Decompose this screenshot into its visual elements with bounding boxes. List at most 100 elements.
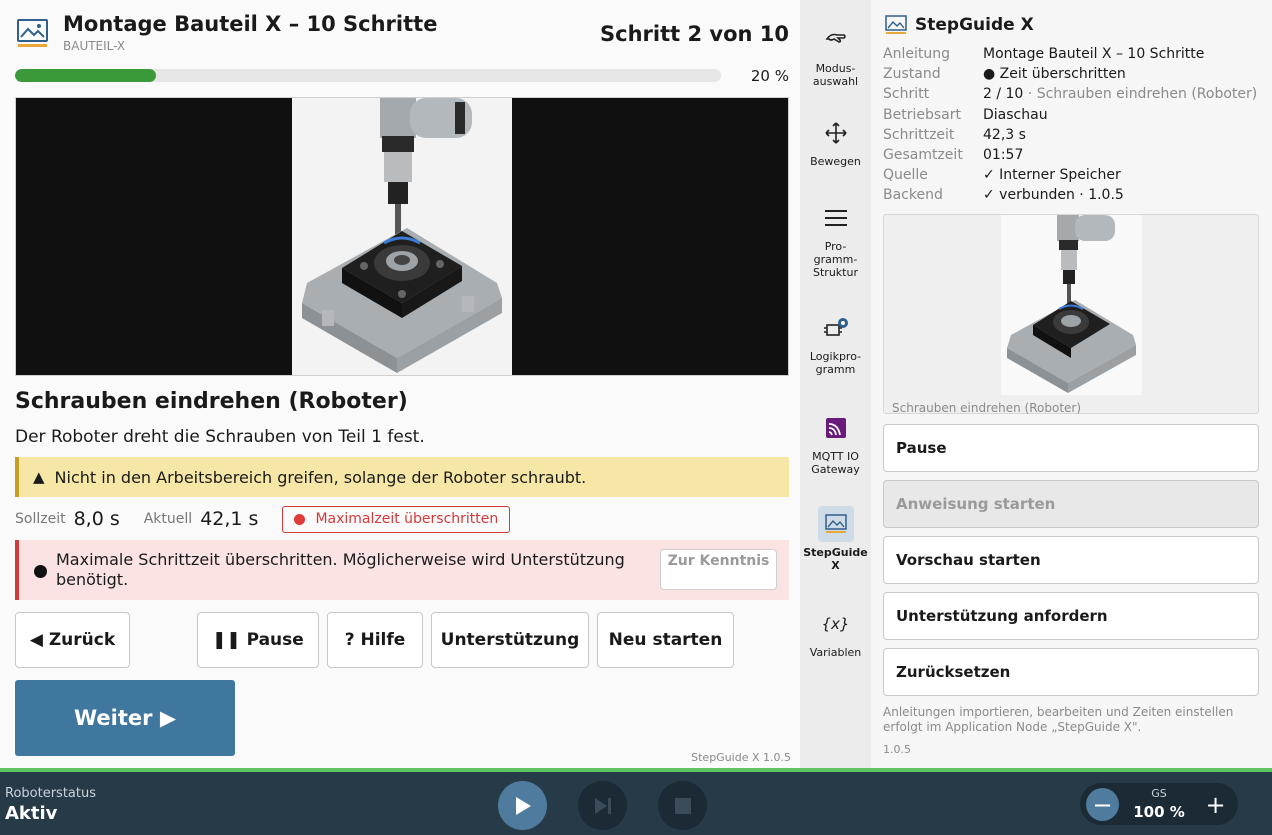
info-row: Schritt 2 / 10 · Schrauben eindrehen (Rob… [883,86,1257,106]
info-value: ● Zeit überschritten [983,66,1126,83]
status-badge-text: Maximalzeit überschritten [315,511,499,527]
info-value: 42,3 s [983,126,1026,143]
progress-fill [15,69,157,82]
info-key: Zustand [883,66,941,83]
info-value: ✓ Interner Speicher [983,167,1121,184]
info-key: Anleitung [883,46,950,62]
move-arrows-icon [818,115,854,151]
info-row: Gesamtzeit 01:57 [883,147,1257,167]
info-row: Betriebsart Diaschau [883,107,1257,127]
play-icon [515,796,531,815]
back-button[interactable]: ◀ Zurück [15,612,130,668]
progress-bar [15,69,721,82]
play-button[interactable] [498,781,547,830]
request-support-button[interactable]: Unterstützung anfordern [883,592,1259,640]
alert-text: Maximale Schrittzeit überschritten. Mögl… [56,550,625,589]
next-button[interactable]: Weiter ▶ [15,680,235,756]
error-dot-icon [294,513,306,525]
robot-screwing-thumbnail [1001,215,1142,395]
info-row: Quelle ✓ Interner Speicher [883,167,1257,187]
warning-text: Nicht in den Arbeitsbereich greifen, sol… [54,467,587,487]
info-key: Schritt [883,86,930,103]
info-value-main: 2 / 10 [983,86,1024,103]
help-button[interactable]: ? Hilfe [327,612,423,668]
stepguide-side-panel: StepGuide X Anleitung Montage Bauteil X –… [871,0,1272,768]
info-row: Schrittzeit 42,3 s [883,127,1257,147]
support-button[interactable]: Unterstützung [431,612,589,668]
mqtt-icon [818,410,854,446]
nav-label: Logikpro- gramm [809,350,862,376]
target-time-label: Sollzeit [15,511,66,527]
image-icon [885,15,907,34]
info-value: 01:57 [983,146,1024,163]
pause-button[interactable]: ❚❚ Pause [197,612,319,668]
version-label: StepGuide X 1.0.5 [691,751,791,764]
step-times: Sollzeit 8,0 s Aktuell 42,1 s Maximalzei… [15,505,511,533]
nav-label: StepGuide X [803,546,868,572]
speed-control: − GS 100 % + [1080,783,1238,825]
preview-caption: Schrauben eindrehen (Roboter) [892,401,1082,415]
info-value-extra: · Schrauben eindrehen (Roboter) [1027,86,1258,103]
page-subtitle: BAUTEIL-X [63,39,126,53]
side-note: Anleitungen importieren, bearbeiten und … [883,705,1234,734]
logic-chip-icon [818,310,854,346]
step-counter: Schritt 2 von 10 [600,22,789,46]
info-value: Diaschau [983,106,1048,123]
robot-status-label: Roboterstatus [5,786,96,801]
skip-icon [594,797,611,814]
progress-label: 20 % [750,67,789,85]
stop-icon [674,797,691,814]
nav-item-variables[interactable]: {x} Variablen [800,606,871,659]
nav-item-mqtt-gateway[interactable]: MQTT IO Gateway [800,410,871,476]
list-icon [818,200,854,236]
nav-item-stepguide[interactable]: StepGuide X [800,506,871,572]
side-pause-button[interactable]: Pause [883,424,1259,472]
nav-label: MQTT IO Gateway [811,450,860,476]
step-media [15,97,789,376]
info-key: Schrittzeit [883,126,955,143]
acknowledge-button[interactable]: Zur Kenntnis [660,549,777,590]
info-row: Anleitung Montage Bauteil X – 10 Schritte [883,46,1257,66]
page-title: Montage Bauteil X – 10 Schritte [63,12,438,36]
vertical-nav: Modus- auswahl Bewegen Pro- gramm- Struk… [800,0,871,768]
reset-button[interactable]: Zurücksetzen [883,648,1259,696]
nav-item-program-structure[interactable]: Pro- gramm- Struktur [800,200,871,279]
nav-label: Bewegen [810,155,861,168]
nav-item-mode-select[interactable]: Modus- auswahl [800,22,871,88]
nav-item-logic-program[interactable]: Logikpro- gramm [800,310,871,376]
step-button[interactable] [578,781,627,830]
side-title: StepGuide X [915,15,1034,35]
robot-status-value: Aktiv [5,803,58,824]
status-badge: Maximalzeit überschritten [282,505,511,533]
speed-increase-button[interactable]: + [1199,788,1232,821]
info-row: Zustand ● Zeit überschritten [883,66,1257,86]
warning-icon: ▲ [33,468,45,486]
status-bar: Roboterstatus Aktiv − GS 100 % + [0,772,1272,835]
nav-label: Variablen [809,646,862,659]
info-value: ✓ verbunden · 1.0.5 [983,187,1124,204]
nav-label: Pro- gramm- Struktur [813,240,858,279]
target-time-value: 8,0 s [73,508,120,530]
actual-time-label: Aktuell [143,511,193,527]
info-key: Backend [883,187,943,204]
nav-label: Modus- auswahl [812,62,859,88]
info-value: Montage Bauteil X – 10 Schritte [983,46,1205,62]
safety-warning: ▲ Nicht in den Arbeitsbereich greifen, s… [15,457,789,497]
timeout-alert: Maximale Schrittzeit überschritten. Mögl… [15,540,789,600]
side-version: 1.0.5 [883,743,911,756]
variables-icon: {x} [821,614,850,633]
info-value: 2 / 10 · Schrauben eindrehen (Roboter) [983,86,1257,106]
info-key: Quelle [883,167,928,184]
robot-screwing-image [292,98,512,375]
info-list: Anleitung Montage Bauteil X – 10 Schritte… [883,46,1257,208]
start-preview-button[interactable]: Vorschau starten [883,536,1259,584]
start-instruction-button[interactable]: Anweisung starten [883,480,1259,528]
nav-item-move[interactable]: Bewegen [800,115,871,168]
image-icon [17,19,48,47]
step-title: Schrauben eindrehen (Roboter) [15,389,408,414]
plus-icon: + [1205,790,1226,819]
stop-button[interactable] [658,781,707,830]
actual-time-value: 42,1 s [200,508,259,530]
restart-button[interactable]: Neu starten [597,612,734,668]
step-preview: Schrauben eindrehen (Roboter) [883,214,1259,415]
